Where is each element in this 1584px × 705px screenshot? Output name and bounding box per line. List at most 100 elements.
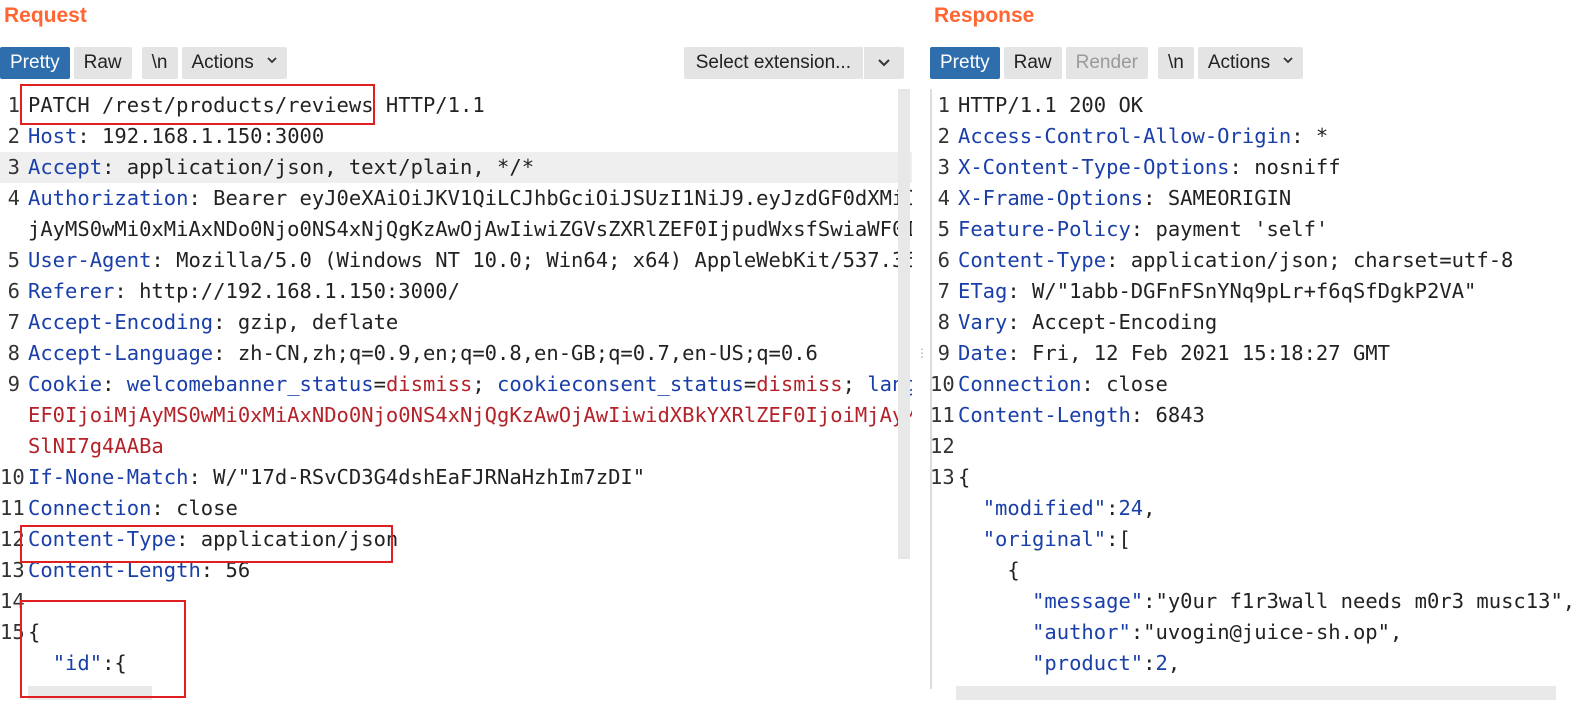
code-token: = [373,372,386,396]
line-content: jAyMS0wMi0xMiAxNDo0Njo0NS4xNjQgKzAwOjAwI… [28,214,912,245]
code-token: : Fri, 12 Feb 2021 15:18:27 GMT [1007,341,1390,365]
code-line: 10 Connection: close [930,369,1584,400]
request-hscrollbar[interactable] [28,686,152,700]
code-token: Date [958,341,1008,365]
line-content: Content-Length: 6843 [958,400,1205,431]
code-token: : application/json, text/plain, */* [102,155,535,179]
line-number: 2 [7,124,20,148]
line-content: Date: Fri, 12 Feb 2021 15:18:27 GMT [958,338,1390,369]
chevron-down-icon [267,57,277,64]
code-token: "modified" [982,496,1107,520]
code-token: Connection [958,372,1082,396]
line-number: 10 [0,465,25,489]
code-token: Content-Length [28,558,201,582]
request-editor[interactable]: 1 PATCH /rest/products/reviews HTTP/1.1 2 H… [0,89,912,705]
code-token: "author" [1032,620,1131,644]
code-token: 2 [1155,651,1168,675]
request-newline-toggle[interactable]: \n [141,47,178,79]
code-line: { [930,555,1584,586]
code-token: : zh-CN,zh;q=0.9,en;q=0.8,en-GB;q=0.7,en… [213,341,818,365]
response-newline-toggle[interactable]: \n [1157,47,1194,79]
code-token: : 192.168.1.150:3000 [77,124,325,148]
line-content: { [958,462,970,493]
code-line: "id":{ [0,648,912,679]
pane-splitter[interactable]: ⋮ [912,0,930,705]
line-number: 12 [0,527,25,551]
line-content: Host: 192.168.1.150:3000 [28,121,324,152]
code-line: "original":[ [930,524,1584,555]
response-raw-tab[interactable]: Raw [1003,47,1062,79]
code-token: :"uvogin@juice-sh.op", [1130,620,1403,644]
line-content: Content-Type: application/json [28,524,398,555]
code-token: cookieconsent_status [497,372,744,396]
code-token: Accept [28,155,103,179]
request-toolbar: Pretty Raw \n Actions [0,47,291,79]
response-actions-button[interactable]: Actions [1197,47,1304,79]
code-token: "message" [1032,589,1144,613]
code-token: : http://192.168.1.150:3000/ [114,279,460,303]
request-pretty-tab[interactable]: Pretty [0,47,70,79]
line-content: SlNI7g4AABa [28,431,164,462]
line-content: Cookie: welcomebanner_status=dismiss; co… [28,369,912,400]
line-content: "id":{ [28,648,127,679]
code-token: ETag [958,279,1008,303]
code-token: , [1143,496,1156,520]
line-number: 3 [7,155,20,179]
code-token: SlNI7g4AABa [28,434,164,458]
code-token: Feature-Policy [958,217,1131,241]
code-line: EF0IjoiMjAyMS0wMi0xMiAxNDo0Njo0NS4xNjQgK… [0,400,912,431]
line-content: Connection: close [28,493,238,524]
line-number: 9 [937,341,950,365]
chevron-down-icon [1283,57,1294,64]
code-token: If-None-Match [28,465,189,489]
code-token: { [958,558,1020,582]
line-number: 13 [0,558,25,582]
code-token: Referer [28,279,115,303]
code-line: 4 Authorization: Bearer eyJ0eXAiOiJKV1QiL… [0,183,912,214]
code-token: : gzip, deflate [213,310,399,334]
code-line: 6 Referer: http://192.168.1.150:3000/ [0,276,912,307]
code-token: Content-Type [958,248,1107,272]
code-token: : [102,372,127,396]
line-number: 13 [930,465,955,489]
code-token: jAyMS0wMi0xMiAxNDo0Njo0NS4xNjQgKzAwOjAwI… [28,217,912,241]
code-token: X-Content-Type-Options [958,155,1230,179]
code-token: :"y0ur f1r3wall needs m0r3 musc13", [1143,589,1576,613]
line-number: 12 [930,434,955,458]
code-line: 5 User-Agent: Mozilla/5.0 (Windows NT 10.… [0,245,912,276]
code-token: dismiss [385,372,473,396]
request-scrollbar[interactable] [898,89,910,559]
code-token: : SAMEORIGIN [1143,186,1292,210]
line-number: 6 [937,248,950,272]
response-hscrollbar[interactable] [956,686,1556,700]
select-extension-dropdown[interactable]: Select extension... [683,47,904,79]
line-content: "modified":24, [958,493,1156,524]
response-scrollbar[interactable] [930,89,932,689]
code-line: 12 Content-Type: application/json [0,524,912,555]
code-token: ; [842,372,868,396]
request-raw-tab[interactable]: Raw [73,47,132,79]
line-content: Connection: close [958,369,1168,400]
code-line: "product":2, [930,648,1584,679]
code-token: : 56 [200,558,251,582]
code-token: welcomebanner_status [126,372,374,396]
code-token: : application/json [176,527,399,551]
code-token: : [1143,651,1156,675]
line-content: Access-Control-Allow-Origin: * [958,121,1328,152]
code-line: 11 Connection: close [0,493,912,524]
response-render-tab[interactable]: Render [1065,47,1148,79]
code-token: : Accept-Encoding [1007,310,1218,334]
code-token: 24 [1118,496,1144,520]
code-line: "modified":24, [930,493,1584,524]
response-pretty-tab[interactable]: Pretty [930,47,1000,79]
code-line: 2 Access-Control-Allow-Origin: * [930,121,1584,152]
response-editor[interactable]: 1 HTTP/1.1 200 OK 2 Access-Control-Allow-Or… [930,89,1584,705]
code-token: dismiss [756,372,843,396]
line-content: Authorization: Bearer eyJ0eXAiOiJKV1QiLC… [28,183,912,214]
response-pane: Response Pretty Raw Render \n Actions 1H… [930,0,1584,705]
code-line: SlNI7g4AABa [0,431,912,462]
code-token: : Mozilla/5.0 (Windows NT 10.0; Win64; x… [151,248,912,272]
line-content: Content-Type: application/json; charset=… [958,245,1513,276]
request-actions-button[interactable]: Actions [181,47,288,79]
